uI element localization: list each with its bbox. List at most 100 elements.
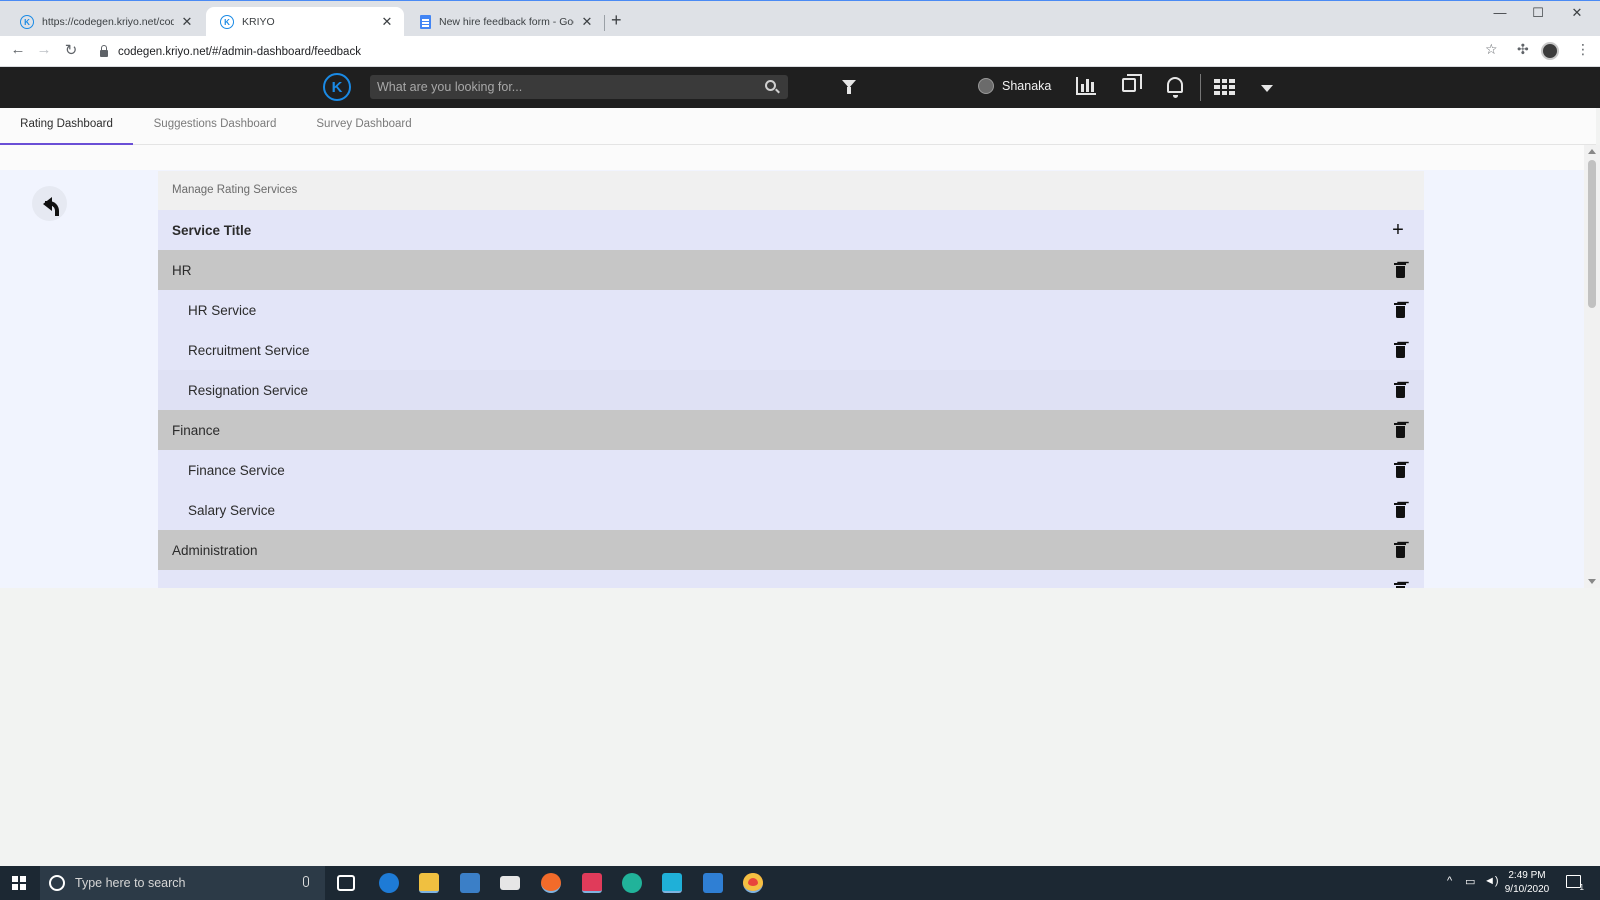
- windows-start-icon[interactable]: [12, 876, 26, 890]
- store-icon[interactable]: [460, 873, 480, 893]
- browser-tab-title: KRIYO: [242, 16, 275, 28]
- service-label: Finance Service: [188, 462, 285, 478]
- edge-icon[interactable]: [379, 873, 399, 893]
- scrollbar-thumb[interactable]: [1588, 160, 1596, 308]
- tab-rating-dashboard[interactable]: Rating Dashboard: [0, 108, 133, 145]
- service-label: HR: [172, 262, 192, 278]
- trash-icon[interactable]: [1394, 342, 1406, 358]
- service-group-row[interactable]: HR: [158, 250, 1424, 290]
- window-close-icon[interactable]: ✕: [1562, 5, 1592, 21]
- rating-services-panel: Manage Rating Services Service Title + H…: [158, 171, 1424, 588]
- trash-icon[interactable]: [1394, 422, 1406, 438]
- search-input[interactable]: [370, 75, 750, 99]
- back-arrow-icon[interactable]: ←: [8, 41, 28, 58]
- mail-icon[interactable]: [500, 876, 520, 890]
- copy-icon[interactable]: [1122, 74, 1142, 92]
- trash-icon[interactable]: [1394, 502, 1406, 518]
- apps-grid-icon[interactable]: [1214, 79, 1235, 95]
- task-view-icon[interactable]: [337, 875, 355, 891]
- close-icon[interactable]: ✕: [180, 14, 194, 30]
- search-icon[interactable]: [765, 80, 776, 91]
- add-icon[interactable]: +: [1390, 219, 1406, 242]
- profile-avatar[interactable]: [1541, 42, 1559, 60]
- service-group-row[interactable]: Administration: [158, 530, 1424, 570]
- notification-count: 1: [1579, 883, 1584, 892]
- intellij-icon[interactable]: [582, 873, 602, 893]
- trash-icon[interactable]: [1394, 462, 1406, 478]
- trash-icon[interactable]: [1394, 582, 1406, 588]
- firefox-icon[interactable]: [541, 873, 561, 893]
- tab-survey-dashboard[interactable]: Survey Dashboard: [300, 108, 428, 145]
- volume-icon[interactable]: ◄): [1484, 875, 1499, 887]
- panel-heading: Manage Rating Services: [158, 171, 1424, 210]
- main-content: Manage Rating Services Service Title + H…: [0, 145, 1584, 588]
- kriyo-icon: K: [20, 15, 34, 29]
- address-bar[interactable]: codegen.kriyo.net/#/admin-dashboard/feed…: [92, 40, 1492, 63]
- service-group-row[interactable]: Finance: [158, 410, 1424, 450]
- clock-date: 9/10/2020: [1504, 884, 1550, 895]
- tab-separator: [604, 15, 605, 31]
- browser-tab-feedback-form[interactable]: New hire feedback form - Googl ✕: [406, 7, 604, 37]
- close-icon[interactable]: ✕: [380, 14, 394, 30]
- service-label: Resignation Service: [188, 382, 309, 398]
- taskbar-search[interactable]: Type here to search: [40, 866, 325, 900]
- reload-icon[interactable]: ↻: [61, 41, 81, 59]
- system-clock[interactable]: 2:49 PM 9/10/2020: [1502, 869, 1552, 897]
- service-label: Administration: [172, 542, 258, 558]
- service-row[interactable]: [158, 570, 1424, 588]
- service-label: Finance: [172, 422, 221, 438]
- maximize-icon[interactable]: ☐: [1523, 5, 1553, 21]
- service-row[interactable]: Recruitment Service: [158, 330, 1424, 370]
- kriyo-logo[interactable]: K: [323, 73, 351, 101]
- url-text: codegen.kriyo.net/#/admin-dashboard/feed…: [118, 45, 361, 58]
- bell-icon[interactable]: [1167, 77, 1183, 98]
- browser-tab-codegen[interactable]: K https://codegen.kriyo.net/codeg ✕: [6, 7, 204, 37]
- browser-toolbar: ← → ↻ codegen.kriyo.net/#/admin-dashboar…: [0, 36, 1600, 67]
- user-name: Shanaka: [1002, 79, 1052, 93]
- browser-tab-title: https://codegen.kriyo.net/codeg: [42, 16, 174, 28]
- webstorm-icon[interactable]: [662, 873, 682, 893]
- notification-icon[interactable]: 1: [1566, 875, 1584, 892]
- tab-suggestions-dashboard[interactable]: Suggestions Dashboard: [140, 108, 290, 145]
- minimize-icon[interactable]: —: [1485, 5, 1515, 20]
- chevron-up-icon[interactable]: ^: [1447, 875, 1452, 887]
- service-row[interactable]: Resignation Service: [158, 370, 1424, 410]
- trash-icon[interactable]: [1394, 542, 1406, 558]
- service-row[interactable]: Salary Service: [158, 490, 1424, 530]
- new-tab-icon[interactable]: +: [611, 10, 622, 31]
- microphone-icon[interactable]: [303, 876, 309, 887]
- chart-app-icon[interactable]: [703, 873, 723, 893]
- service-label: Recruitment Service: [188, 342, 310, 358]
- file-explorer-icon[interactable]: [419, 873, 439, 893]
- back-button[interactable]: [32, 186, 67, 221]
- service-row[interactable]: Finance Service: [158, 450, 1424, 490]
- service-row[interactable]: HR Service: [158, 290, 1424, 330]
- analytics-icon[interactable]: [1076, 77, 1096, 95]
- filter-icon[interactable]: [842, 80, 856, 94]
- scroll-up-icon[interactable]: [1588, 149, 1596, 154]
- user-menu[interactable]: Shanaka: [978, 78, 1051, 94]
- reply-arrow-icon: [43, 196, 59, 216]
- bookmark-star-icon[interactable]: ☆: [1485, 41, 1498, 58]
- cortana-icon: [49, 875, 65, 891]
- browser-tab-kriyo[interactable]: K KRIYO ✕: [206, 7, 404, 37]
- header-divider: [1200, 74, 1201, 101]
- service-title-header: Service Title +: [158, 210, 1424, 250]
- kriyo-icon: K: [220, 15, 234, 29]
- trash-icon[interactable]: [1394, 382, 1406, 398]
- taskbar-search-text: Type here to search: [75, 876, 186, 890]
- postman-icon[interactable]: [622, 873, 642, 893]
- forward-arrow-icon[interactable]: →: [34, 41, 54, 58]
- extensions-icon[interactable]: ✣: [1517, 41, 1529, 58]
- trash-icon[interactable]: [1394, 262, 1406, 278]
- menu-dots-icon[interactable]: ⋮: [1576, 41, 1590, 58]
- scroll-down-icon[interactable]: [1588, 579, 1596, 584]
- network-icon[interactable]: ▭: [1465, 875, 1475, 888]
- chrome-icon[interactable]: [743, 873, 763, 893]
- service-label: HR Service: [188, 302, 257, 318]
- chevron-down-icon[interactable]: [1261, 85, 1273, 92]
- scrollbar[interactable]: [1584, 145, 1600, 588]
- close-icon[interactable]: ✕: [580, 14, 594, 30]
- trash-icon[interactable]: [1394, 302, 1406, 318]
- search-bar: [370, 75, 788, 99]
